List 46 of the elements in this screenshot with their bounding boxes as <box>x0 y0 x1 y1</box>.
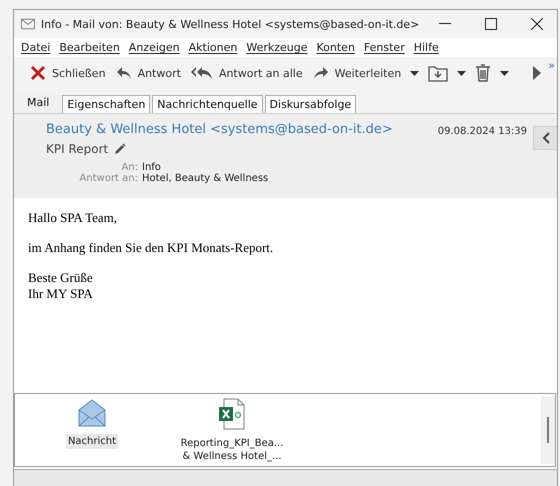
maximize-icon[interactable] <box>485 18 498 30</box>
forward-arrow-icon <box>312 66 329 80</box>
menu-item[interactable]: Datei <box>18 40 56 55</box>
toolbar-button[interactable]: Antwort <box>112 63 185 83</box>
reply-arrow-icon <box>116 66 132 80</box>
double-arrow-icon <box>190 65 213 81</box>
toolbar-button[interactable]: Schließen <box>26 62 110 84</box>
menu-item[interactable]: Anzeigen <box>126 40 186 55</box>
menu-item[interactable]: Werkzeuge <box>243 40 314 55</box>
play-icon <box>532 65 542 81</box>
collapse-button[interactable] <box>533 126 557 150</box>
attachment-name[interactable]: Reporting_KPI_Bea... & Wellness Hotel_... <box>178 436 286 464</box>
menu-item[interactable]: Fenster <box>360 40 411 55</box>
body-paragraph: Hallo SPA Team, <box>28 210 118 226</box>
envelope-icon <box>21 18 35 30</box>
overflow-chevron[interactable]: » <box>548 59 555 72</box>
tab[interactable]: Eigenschaften <box>62 95 150 113</box>
tab[interactable]: Nachrichtenquelle <box>152 95 263 113</box>
scrollbar[interactable] <box>541 396 555 464</box>
attachment-name[interactable]: Nachricht <box>66 434 118 449</box>
trash-icon <box>475 64 492 82</box>
close-icon <box>30 65 46 81</box>
minimize-icon[interactable] <box>439 23 452 25</box>
field-value: Info <box>142 162 162 173</box>
field-value: Hotel, Beauty & Wellness <box>142 173 270 184</box>
menu-item[interactable]: Bearbeiten <box>56 40 126 55</box>
folder-download-icon <box>428 64 448 82</box>
tab[interactable]: Diskursabfolge <box>264 95 356 113</box>
envelope-icon <box>77 398 107 428</box>
field-label: Antwort an: <box>78 173 138 184</box>
subject: KPI Report <box>46 142 108 156</box>
spreadsheet-file-icon <box>219 398 245 430</box>
sender-address[interactable]: Beauty & Wellness Hotel <systems@based-on-it.de> <box>46 122 438 137</box>
close-icon[interactable] <box>531 18 544 30</box>
chevron-left-icon <box>542 132 550 144</box>
body-paragraph: im Anhang finden Sie den KPI Monats-Report. <box>28 240 274 256</box>
menu-item[interactable]: Hilfe <box>410 40 445 55</box>
menu-item[interactable]: Konten <box>314 40 361 55</box>
pencil-icon[interactable] <box>114 143 126 155</box>
body-paragraph: Beste Grüße Ihr MY SPA <box>28 270 94 302</box>
field-label: An: <box>120 162 138 173</box>
menu-item[interactable]: Aktionen <box>186 40 244 55</box>
window-title: Info - Mail von: Beauty & Wellness Hotel <systems@based-on-it.de> <box>40 18 420 30</box>
date-time: 09.08.2024 13:39 <box>438 125 527 139</box>
toolbar-button[interactable]: Antwort an alle <box>186 62 307 84</box>
toolbar-button[interactable]: Weiterleiten <box>308 63 406 83</box>
